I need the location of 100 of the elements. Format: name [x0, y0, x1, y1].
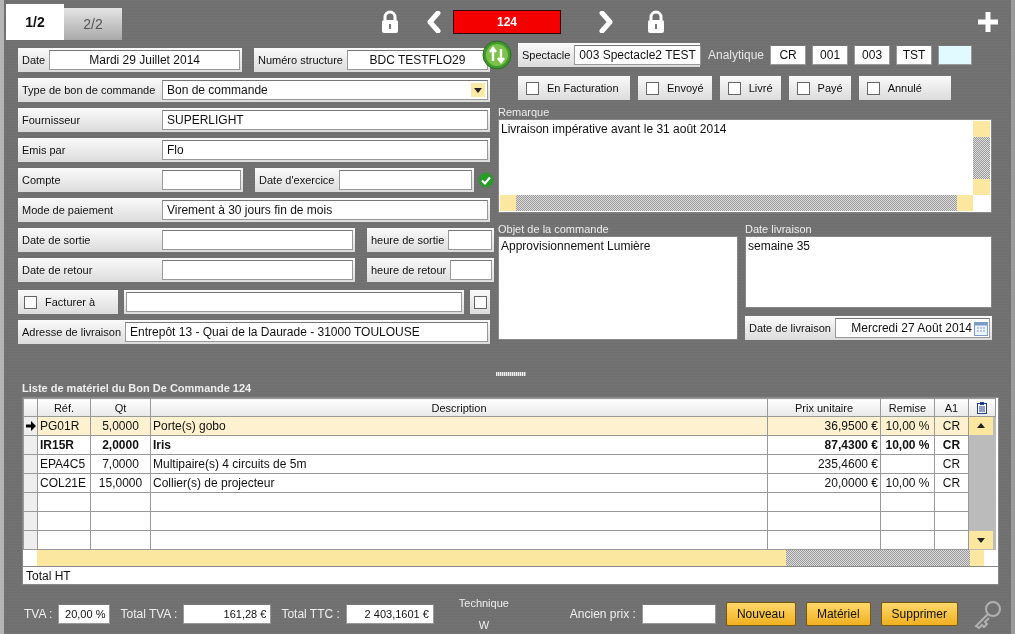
- text-area[interactable]: Approvisionnement Lumière: [498, 236, 738, 340]
- checkbox[interactable]: [473, 295, 487, 309]
- column-header[interactable]: A1: [934, 398, 969, 417]
- scrollbar[interactable]: [500, 195, 973, 211]
- field-label: Mode de paiement: [21, 204, 115, 216]
- section-label: Date livraison: [745, 223, 813, 236]
- field-label: heure de sortie: [370, 234, 445, 246]
- refresh-icon[interactable]: [482, 40, 512, 70]
- table-cell: Multipaire(s) 4 circuits de 5m: [150, 454, 768, 474]
- clipboard-icon[interactable]: [977, 401, 987, 414]
- text-area[interactable]: Livraison impérative avant le 31 août 2014: [498, 119, 992, 213]
- checkbox-button[interactable]: Envoyé: [638, 76, 712, 100]
- field-label: Adresse de livraison: [21, 326, 122, 338]
- lock-icon[interactable]: [379, 10, 401, 34]
- field-label: En Facturation: [547, 82, 619, 94]
- field-label: Date d'exercice: [258, 174, 335, 186]
- field-label: Fournisseur: [21, 114, 82, 126]
- field-label: Compte: [21, 174, 62, 186]
- table-cell: IR15R: [37, 435, 91, 455]
- text-field[interactable]: Virement à 30 jours fin de mois: [162, 200, 488, 220]
- text-field[interactable]: 003 Spectacle2 TEST: [574, 45, 701, 65]
- caret-down-icon[interactable]: [471, 83, 485, 97]
- scrollbar[interactable]: [973, 121, 990, 195]
- tab[interactable]: 2/2: [64, 8, 122, 40]
- tab[interactable]: 1/2: [6, 4, 64, 40]
- lock-icon[interactable]: [645, 10, 667, 34]
- text-field[interactable]: [450, 260, 492, 280]
- dropdown-value: Bon de commande: [167, 83, 268, 97]
- caption-text: Technique: [458, 597, 509, 609]
- field-label: TVA :: [24, 607, 53, 621]
- scroll-up-icon[interactable]: [969, 417, 993, 435]
- field-label: Emis par: [21, 144, 67, 156]
- table-cell: 235,4600 €: [767, 454, 881, 474]
- field-label: heure de retour: [370, 264, 447, 276]
- text-field[interactable]: BDC TESTFLO29: [347, 50, 488, 70]
- checkbox[interactable]: [24, 295, 37, 309]
- code-field[interactable]: TST: [896, 45, 933, 65]
- table-cell: EPA4C5: [37, 454, 91, 474]
- table-cell: CR: [934, 435, 969, 455]
- column-header[interactable]: Qt: [90, 398, 151, 417]
- checkbox[interactable]: [796, 81, 810, 95]
- action-button[interactable]: Nouveau: [725, 602, 796, 626]
- text-field[interactable]: SUPERLIGHT: [162, 110, 488, 130]
- text-area[interactable]: semaine 35: [745, 236, 992, 308]
- code-field[interactable]: CR: [770, 45, 807, 65]
- text-field[interactable]: 2 403,1601 €: [345, 604, 434, 624]
- chevron-right-icon[interactable]: [599, 11, 613, 33]
- column-header[interactable]: Réf.: [37, 398, 91, 417]
- date-field[interactable]: Mardi 29 Juillet 2014: [49, 50, 240, 70]
- table-row[interactable]: PG01R 5,0000 Porte(s) gobo 36,9500 € 10,00 % CR: [23, 416, 996, 436]
- field-label: Facturer à: [44, 296, 96, 308]
- table-cell: 10,00 %: [880, 473, 935, 493]
- field-label: Payé: [817, 82, 843, 94]
- table-cell: 87,4300 €: [767, 435, 881, 455]
- checkbox-button[interactable]: Annulé: [858, 76, 951, 100]
- dropdown[interactable]: Bon de commande: [162, 80, 488, 100]
- text-field[interactable]: 161,28 €: [183, 604, 272, 624]
- text-field[interactable]: [641, 604, 716, 624]
- field-label: Type de bon de commande: [21, 84, 157, 96]
- text-field[interactable]: [162, 170, 241, 190]
- column-header[interactable]: Description: [150, 398, 768, 417]
- table-row[interactable]: EPA4C5 7,0000 Multipaire(s) 4 circuits de 5m 235,4600 € CR: [23, 454, 996, 474]
- table-cell: 7,0000: [90, 454, 151, 474]
- field-label: Date de livraison: [748, 322, 831, 334]
- code-field[interactable]: 001: [812, 45, 849, 65]
- text-field[interactable]: [448, 230, 492, 250]
- text-field[interactable]: [338, 170, 473, 190]
- table-cell: Iris: [150, 435, 768, 455]
- code-field[interactable]: [938, 45, 973, 65]
- checkbox[interactable]: [526, 81, 539, 95]
- checkbox-button[interactable]: Facturer à: [18, 290, 118, 314]
- table-row[interactable]: COL21E 15,0000 Collier(s) de projecteur 20,0000 € 10,00 % CR: [23, 473, 996, 493]
- calendar-icon[interactable]: [974, 320, 988, 336]
- code-field[interactable]: 003: [854, 45, 891, 65]
- checkbox[interactable]: [866, 81, 880, 95]
- action-button[interactable]: Supprimer: [880, 602, 958, 626]
- splitter-handle[interactable]: [496, 372, 526, 376]
- chevron-left-icon[interactable]: [427, 11, 441, 33]
- table-row[interactable]: IR15R 2,0000 Iris 87,4300 € 10,00 % CR: [23, 435, 996, 455]
- section-label: Liste de matériel du Bon De Commande 124: [22, 382, 252, 395]
- text-field[interactable]: [162, 230, 353, 250]
- plus-icon[interactable]: [977, 11, 999, 33]
- text-field[interactable]: Entrepôt 13 - Quai de la Daurade - 31000 TOULOUSE: [125, 322, 488, 342]
- column-header[interactable]: Remise: [880, 398, 935, 417]
- checkbox-button[interactable]: Payé: [788, 76, 851, 100]
- field-label: Analytique: [708, 48, 765, 62]
- action-button[interactable]: Matériel: [805, 602, 871, 626]
- checkbox-button[interactable]: En Facturation: [518, 76, 630, 100]
- column-header[interactable]: Prix unitaire: [767, 398, 881, 417]
- checkbox-button[interactable]: Livré: [719, 76, 781, 100]
- total-label: Total HT: [23, 566, 998, 584]
- section-label: Objet de la commande: [498, 223, 610, 236]
- text-field[interactable]: Flo: [162, 140, 488, 160]
- checkbox[interactable]: [646, 81, 659, 95]
- checkbox[interactable]: [727, 81, 741, 95]
- text-field[interactable]: 20,00 %: [58, 604, 111, 624]
- scrollbar[interactable]: [37, 550, 984, 566]
- date-field[interactable]: Mercredi 27 Août 2014: [834, 318, 990, 338]
- field-label: Annulé: [887, 82, 922, 94]
- text-field[interactable]: [162, 260, 353, 280]
